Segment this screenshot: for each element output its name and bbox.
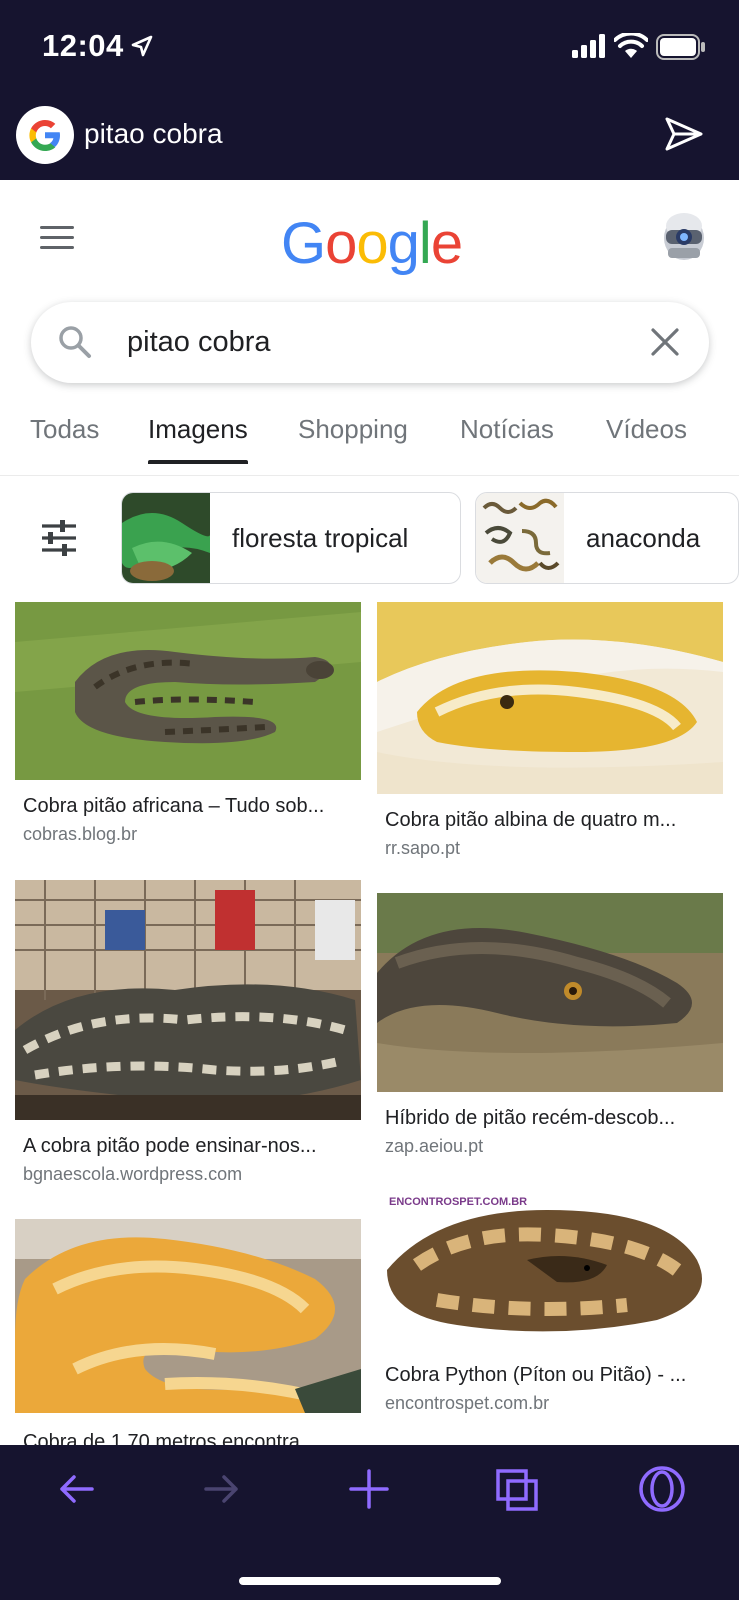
chip-thumbnail [122, 493, 210, 583]
result-image[interactable] [15, 1219, 361, 1413]
result-title[interactable]: A cobra pitão pode ensinar-nos... [23, 1135, 359, 1158]
image-result[interactable]: Cobra de 1,70 metros encontra... [15, 1219, 361, 1453]
filter-row: floresta tropical anaconda [0, 492, 739, 584]
result-site: zap.aeiou.pt [385, 1136, 484, 1156]
result-title[interactable]: Cobra pitão africana – Tudo sob... [23, 795, 359, 818]
tab-videos[interactable]: Vídeos [606, 414, 687, 445]
status-bar: 12:04 [0, 0, 739, 96]
address-text[interactable]: pitao cobra [84, 118, 223, 150]
image-result[interactable]: Cobra pitão albina de quatro m... rr.sap… [377, 602, 723, 858]
chip-label: floresta tropical [232, 523, 409, 553]
result-image[interactable] [15, 880, 361, 1120]
opera-menu-icon[interactable] [638, 1465, 686, 1513]
address-bar[interactable]: pitao cobra [0, 96, 739, 180]
tab-imagens[interactable]: Imagens [148, 414, 248, 464]
result-title[interactable]: Híbrido de pitão recém-descob... [385, 1107, 721, 1130]
tabs-icon[interactable] [496, 1469, 538, 1511]
hamburger-menu-icon[interactable] [36, 224, 76, 252]
google-header: Google [0, 180, 739, 290]
cellular-signal-icon [572, 34, 605, 58]
tune-filter-icon[interactable] [40, 520, 78, 556]
avatar[interactable] [660, 208, 708, 262]
result-image[interactable] [15, 602, 361, 780]
status-time: 12:04 [42, 28, 124, 63]
logo-letter: o [325, 211, 357, 276]
result-site: bgnaescola.wordpress.com [23, 1164, 243, 1184]
result-title[interactable]: Cobra Python (Píton ou Pitão) - ... [385, 1364, 721, 1387]
tab-todas[interactable]: Todas [30, 414, 99, 445]
logo-letter: G [281, 211, 326, 276]
home-indicator[interactable] [239, 1577, 501, 1585]
chip-floresta-tropical[interactable]: floresta tropical [121, 492, 461, 584]
wifi-icon [614, 33, 648, 58]
forward-arrow-icon[interactable] [202, 1469, 242, 1509]
chip-anaconda[interactable]: anaconda [475, 492, 739, 584]
browser-bottom-bar [0, 1445, 739, 1600]
search-box[interactable]: pitao cobra [31, 302, 709, 383]
watermark-text: ENCONTROSPET.COM.BR [389, 1196, 528, 1208]
logo-letter: e [430, 211, 463, 276]
tab-noticias[interactable]: Notícias [460, 414, 554, 445]
image-result[interactable]: A cobra pitão pode ensinar-nos... bgnaes… [15, 880, 361, 1184]
send-icon[interactable] [664, 114, 704, 154]
result-site: rr.sapo.pt [385, 838, 461, 858]
chip-thumbnail [476, 493, 564, 583]
result-image[interactable] [377, 893, 723, 1092]
back-arrow-icon[interactable] [56, 1469, 96, 1509]
logo-letter: g [387, 211, 420, 276]
google-logo[interactable]: Google [281, 210, 463, 277]
battery-icon [656, 34, 705, 60]
search-input[interactable]: pitao cobra [127, 326, 271, 359]
logo-letter: l [418, 211, 432, 276]
result-site: cobras.blog.br [23, 824, 138, 844]
clear-icon[interactable] [649, 326, 681, 358]
image-result[interactable]: Híbrido de pitão recém-descob... zap.aei… [377, 893, 723, 1156]
image-result[interactable]: ENCONTROSPET.COM.BR Cobra Python (Píton … [377, 1190, 723, 1413]
result-title[interactable]: Cobra pitão albina de quatro m... [385, 809, 721, 832]
image-result[interactable]: Cobra pitão africana – Tudo sob... cobra… [15, 602, 361, 844]
chip-label: anaconda [586, 523, 701, 553]
result-site: encontrospet.com.br [385, 1393, 550, 1413]
result-image[interactable] [377, 602, 723, 794]
new-tab-plus-icon[interactable] [349, 1469, 389, 1509]
search-icon [59, 326, 91, 358]
google-badge-icon [16, 106, 74, 164]
location-arrow-icon [131, 35, 153, 57]
tab-shopping[interactable]: Shopping [298, 414, 408, 445]
search-tabs: Todas Imagens Shopping Notícias Vídeos [0, 400, 739, 476]
logo-letter: o [356, 211, 388, 276]
result-image[interactable]: ENCONTROSPET.COM.BR [377, 1190, 723, 1349]
